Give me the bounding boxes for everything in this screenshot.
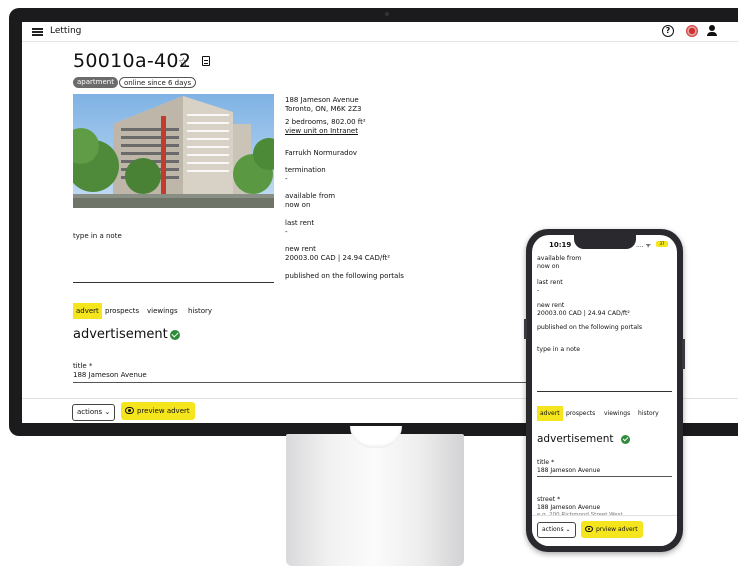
title-label: title * (73, 362, 93, 370)
app-title: Letting (50, 26, 82, 36)
note-input[interactable]: type in a note (73, 232, 122, 240)
battery-icon: 37 (656, 241, 668, 247)
m-tab-history[interactable]: history (635, 406, 662, 421)
phone-notch (574, 235, 636, 249)
available-block: available from now on (285, 192, 335, 210)
intranet-link[interactable]: view unit on Intranet (285, 127, 366, 136)
available-label: available from (285, 192, 336, 200)
check-icon (170, 330, 180, 340)
actions-button[interactable]: actions ⌄ (72, 404, 116, 421)
tab-history[interactable]: history (185, 303, 215, 319)
building-illustration (73, 94, 274, 208)
property-photo (73, 94, 274, 208)
unit-size: 2 bedrooms, 802.00 ft² (285, 118, 366, 126)
eye-icon (125, 407, 134, 414)
tab-prospects[interactable]: prospects (102, 303, 142, 319)
m-title-label: title * (537, 459, 555, 466)
m-actions-label: actions (542, 526, 564, 533)
m-section-title: advertisement (537, 433, 614, 445)
unit-title: 50010a-402 (73, 50, 192, 72)
menu-icon[interactable] (32, 28, 43, 36)
m-new-rent-label: new rent (537, 302, 565, 309)
m-check-icon (621, 435, 630, 444)
monitor-stand (286, 434, 464, 566)
document-icon[interactable] (202, 56, 210, 66)
address-line2: Toronto, ON, M6K 2Z3 (285, 105, 362, 113)
m-tab-prospects[interactable]: prospects (563, 406, 598, 421)
address-line1: 188 Jameson Avenue (285, 96, 359, 104)
preview-label: preview advert (137, 407, 190, 415)
m-available-block: available from now on (537, 255, 581, 271)
flag-icon[interactable] (686, 25, 698, 37)
new-rent-label: new rent (285, 245, 316, 253)
m-note-input[interactable]: type in a note (537, 346, 580, 354)
star-icon[interactable]: ☆ (178, 55, 189, 69)
portals-link[interactable]: published on the following portals (285, 272, 404, 281)
size-block: 2 bedrooms, 802.00 ft² view unit on Intr… (285, 118, 366, 136)
m-available-label: available from (537, 255, 582, 262)
phone-button-left (524, 319, 527, 339)
chevron-down-icon: ⌄ (104, 408, 111, 416)
phone-button-right (682, 339, 685, 369)
actions-label: actions (77, 408, 103, 416)
online-badge: online since 6 days (119, 77, 197, 88)
m-last-rent-label: last rent (537, 279, 563, 286)
m-preview-advert-button[interactable]: prview advert (581, 521, 643, 538)
m-actions-button[interactable]: actions ⌄ (537, 522, 576, 538)
termination-value: - (285, 175, 288, 183)
status-time: 10:19 (549, 241, 572, 249)
m-chevron-down-icon: ⌄ (565, 526, 571, 533)
available-value: now on (285, 201, 311, 209)
contact-name: Farrukh Normuradov (285, 149, 358, 157)
last-rent-value: - (285, 228, 288, 236)
mobile-screen: 10:19 .... ᯤ 37 available from now on la… (532, 235, 677, 546)
note-underline (73, 282, 274, 283)
new-rent-value: 20003.00 CAD | 24.94 CAD/ft² (285, 254, 391, 262)
m-note-underline (537, 391, 672, 392)
wifi-icon: .... ᯤ (636, 242, 652, 249)
user-icon[interactable] (706, 25, 718, 37)
title-input[interactable]: 188 Jameson Avenue (73, 371, 533, 383)
preview-advert-button[interactable]: preview advert (121, 402, 195, 420)
signal-dots: .... (636, 242, 644, 249)
top-bar: Letting ? (22, 22, 738, 42)
section-title: advertisement (73, 327, 168, 342)
m-tab-advert[interactable]: advert (537, 406, 563, 421)
camera (385, 12, 389, 16)
m-new-rent-block: new rent 20003.00 CAD | 24.94 CAD/ft² (537, 302, 630, 318)
m-portals-link[interactable]: published on the following portals (537, 324, 642, 332)
m-available-value: now on (537, 263, 560, 270)
address: 188 Jameson Avenue Toronto, ON, M6K 2Z3 (285, 96, 362, 114)
tab-advert[interactable]: advert (73, 303, 102, 319)
termination-block: termination - (285, 166, 326, 184)
tab-viewings[interactable]: viewings (144, 303, 181, 319)
m-footer-bar: actions ⌄ prview advert (532, 515, 677, 546)
new-rent-block: new rent 20003.00 CAD | 24.94 CAD/ft² (285, 245, 390, 263)
m-tab-viewings[interactable]: viewings (601, 406, 633, 421)
m-eye-icon (585, 526, 593, 532)
last-rent-block: last rent - (285, 219, 314, 237)
m-last-rent-block: last rent - (537, 279, 563, 295)
stage: Letting ? 50010a-402 ☆ apartment online … (0, 0, 738, 567)
mobile-phone: 10:19 .... ᯤ 37 available from now on la… (524, 229, 685, 552)
m-title-input[interactable]: 188 Jameson Avenue (537, 467, 672, 477)
m-last-rent-value: - (537, 287, 540, 294)
last-rent-label: last rent (285, 219, 315, 227)
m-preview-label: prview advert (596, 526, 638, 533)
type-badge: apartment (73, 77, 118, 88)
m-street-label: street * (537, 496, 561, 503)
help-icon[interactable]: ? (662, 25, 674, 37)
termination-label: termination (285, 166, 326, 174)
m-new-rent-value: 20003.00 CAD | 24.94 CAD/ft² (537, 310, 630, 317)
